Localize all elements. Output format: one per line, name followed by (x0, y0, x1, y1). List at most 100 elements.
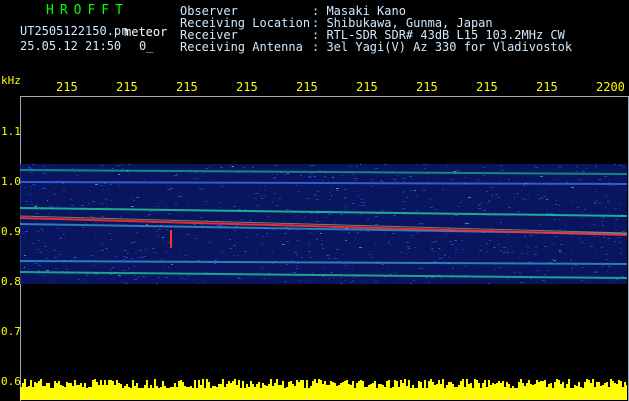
noise-speckle (176, 174, 178, 175)
amplitude-bar (206, 379, 208, 400)
noise-speckle (162, 237, 164, 238)
noise-speckle (522, 198, 524, 199)
noise-speckle (57, 228, 60, 229)
noise-speckle (323, 180, 324, 181)
amplitude-bar (578, 382, 580, 400)
amplitude-bar (400, 380, 402, 400)
noise-speckle (375, 224, 378, 225)
x-tick-label: 215 (356, 80, 378, 94)
noise-speckle (97, 251, 98, 252)
noise-speckle (125, 283, 128, 284)
amplitude-bar (294, 386, 296, 400)
noise-speckle (267, 216, 270, 217)
noise-speckle (296, 268, 298, 269)
noise-speckle (197, 260, 200, 261)
app-title: HROFFT (46, 3, 129, 18)
noise-speckle (478, 208, 481, 209)
amplitude-bar (152, 388, 154, 400)
noise-speckle (309, 177, 312, 178)
noise-speckle (447, 165, 448, 166)
noise-speckle (136, 232, 138, 233)
amplitude-bar (592, 379, 594, 400)
noise-speckle (140, 257, 143, 258)
amplitude-bar (360, 380, 362, 400)
noise-speckle (488, 252, 489, 253)
noise-speckle (405, 253, 407, 254)
amplitude-bar (48, 383, 50, 400)
amplitude-bar (508, 384, 510, 400)
noise-speckle (363, 205, 365, 206)
noise-speckle (118, 275, 121, 276)
noise-speckle (520, 282, 523, 283)
noise-speckle (599, 202, 601, 203)
noise-speckle (250, 244, 251, 245)
amplitude-bar (512, 386, 514, 400)
noise-speckle (307, 198, 310, 199)
y-tick-label: 0.6 (1, 375, 21, 388)
noise-speckle (421, 223, 424, 224)
amplitude-bar (560, 384, 562, 400)
noise-speckle (443, 261, 444, 262)
amplitude-bar (554, 382, 556, 400)
noise-speckle (408, 248, 411, 249)
noise-speckle (348, 232, 350, 233)
noise-speckle (148, 214, 151, 215)
amplitude-bar (278, 385, 280, 400)
amplitude-bar (590, 383, 592, 400)
noise-speckle (54, 188, 55, 189)
amplitude-bar (586, 379, 588, 400)
antenna-label: Receiving Antenna (180, 40, 303, 54)
noise-speckle (523, 282, 524, 283)
noise-speckle (559, 219, 560, 220)
noise-speckle (171, 264, 173, 265)
amplitude-bar (262, 383, 264, 400)
noise-speckle (256, 253, 257, 254)
noise-speckle (620, 248, 622, 249)
amplitude-bar (458, 385, 460, 400)
noise-speckle (187, 206, 188, 207)
noise-speckle (199, 188, 202, 189)
noise-speckle (204, 281, 205, 282)
noise-speckle (310, 213, 313, 214)
noise-speckle (538, 194, 539, 195)
noise-speckle (226, 176, 227, 177)
amplitude-bar (582, 388, 584, 400)
noise-speckle (197, 206, 198, 207)
noise-speckle (439, 248, 440, 249)
amplitude-bar (170, 387, 172, 400)
noise-speckle (90, 216, 92, 217)
amplitude-bar (134, 386, 136, 400)
noise-speckle (582, 171, 585, 172)
noise-speckle (357, 195, 359, 196)
noise-speckle (249, 220, 252, 221)
noise-speckle (308, 245, 309, 246)
amplitude-bar (468, 384, 470, 400)
noise-speckle (62, 183, 64, 184)
y-tick-label: 0.8 (1, 275, 21, 288)
amplitude-bar (110, 380, 112, 400)
noise-speckle (70, 249, 71, 250)
noise-speckle (614, 164, 616, 165)
noise-speckle (256, 234, 257, 235)
amplitude-bar (284, 388, 286, 400)
noise-speckle (240, 219, 243, 220)
noise-speckle (324, 267, 326, 268)
noise-speckle (618, 237, 621, 238)
noise-speckle (232, 269, 233, 270)
noise-speckle (274, 230, 275, 231)
noise-speckle (511, 252, 514, 253)
noise-speckle (79, 254, 81, 255)
noise-speckle (157, 235, 159, 236)
noise-speckle (209, 242, 211, 243)
noise-speckle (316, 213, 319, 214)
noise-speckle (453, 171, 456, 172)
noise-speckle (619, 165, 622, 166)
noise-speckle (444, 233, 447, 234)
noise-speckle (35, 185, 36, 186)
amplitude-bar (456, 387, 458, 400)
noise-speckle (272, 251, 273, 252)
noise-speckle (180, 196, 182, 197)
noise-speckle (316, 221, 319, 222)
noise-speckle (514, 197, 515, 198)
noise-speckle (581, 212, 583, 213)
